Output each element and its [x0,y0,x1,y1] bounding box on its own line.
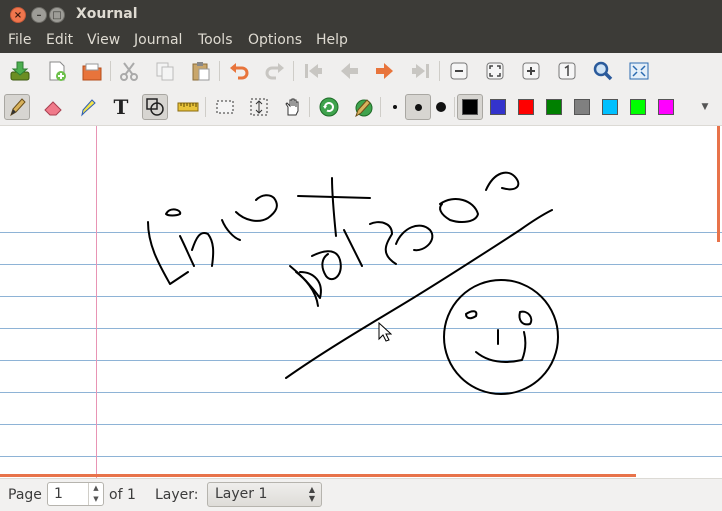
updown-chevron-icon: ▲ ▼ [308,485,315,503]
menu-bar: File Edit View Journal Tools Options Hel… [0,29,722,53]
dot-large-icon [436,102,446,112]
color-swatch-gray [574,99,590,115]
color-swatch-light-blue [602,99,618,115]
menu-view[interactable]: View [87,32,120,48]
menu-journal[interactable]: Journal [134,32,182,48]
mouse-cursor [378,322,392,342]
vertical-space-icon[interactable] [246,94,272,120]
page-boundary [0,474,636,477]
color-red-button[interactable] [513,94,539,120]
color-swatch-green [546,99,562,115]
handwriting-strokes [147,171,559,395]
fullscreen-icon[interactable] [626,58,652,84]
layer-label: Layer: [155,487,199,503]
drawing-canvas[interactable] [0,126,722,478]
toolbar-separator [454,97,455,117]
page-count-label: of 1 [109,487,136,503]
save-icon[interactable] [7,58,33,84]
toolbar-separator [205,97,206,117]
toolbar-overflow-button[interactable]: ▼ [692,94,718,120]
toolbar-separator [439,61,440,81]
menu-options[interactable]: Options [248,32,302,48]
new-page-icon[interactable] [44,58,70,84]
hand-icon[interactable] [280,94,306,120]
color-magenta-button[interactable] [653,94,679,120]
color-blue-button[interactable] [485,94,511,120]
color-swatch-magenta [658,99,674,115]
page-spin-button[interactable]: 1 ▲ ▼ [47,482,104,506]
ruler-icon[interactable] [175,94,201,120]
dot-medium-icon [414,103,422,111]
pen-icon[interactable] [4,94,30,120]
toolbar-separator [293,61,294,81]
color-swatch-blue [490,99,506,115]
zoom-fit-icon[interactable] [482,58,508,84]
page-label: Page [8,487,42,503]
last-page-icon[interactable] [408,58,434,84]
dot-small-icon [393,105,397,109]
color-green-button[interactable] [541,94,567,120]
toolbar-separator [110,61,111,81]
open-icon[interactable] [79,58,105,84]
color-gray-button[interactable] [569,94,595,120]
maximize-window-button[interactable]: □ [49,7,65,23]
color-swatch-red [518,99,534,115]
default-tool-icon[interactable] [316,94,342,120]
toolbar-separator [309,97,310,117]
layer-select[interactable]: Layer 1 ▲ ▼ [207,482,322,507]
text-icon[interactable]: T [108,94,134,120]
page-number-input[interactable]: 1 [54,486,63,502]
zoom-set-icon[interactable] [590,58,616,84]
zoom-out-icon[interactable] [446,58,472,84]
close-window-button[interactable]: × [10,7,26,23]
highlighter-icon[interactable] [75,94,101,120]
cut-icon[interactable] [116,58,142,84]
menu-tools[interactable]: Tools [198,32,233,48]
menu-help[interactable]: Help [316,32,348,48]
color-swatch-black [462,99,478,115]
paste-icon[interactable] [188,58,214,84]
color-light-blue-button[interactable] [597,94,623,120]
layer-select-value: Layer 1 [215,486,268,502]
zoom-100-icon[interactable] [554,58,580,84]
text-tool-label: T [113,95,129,119]
spin-arrows-icon[interactable]: ▲ ▼ [88,483,103,505]
toolbar-separator [219,61,220,81]
tools-toolbar: T ▼ [0,89,722,126]
chevron-down-icon: ▼ [701,102,709,112]
title-bar: × – □ Xournal [0,0,722,29]
color-swatch-light-green [630,99,646,115]
default-pen-icon[interactable] [350,94,376,120]
redo-icon[interactable] [262,58,288,84]
shape-recognizer-icon[interactable] [142,94,168,120]
toolbar-separator [380,97,381,117]
minimize-window-button[interactable]: – [31,7,47,23]
color-black-button[interactable] [457,94,483,120]
pen-size-thick-button[interactable] [428,94,454,120]
zoom-in-icon[interactable] [518,58,544,84]
first-page-icon[interactable] [300,58,326,84]
status-bar: Page 1 ▲ ▼ of 1 Layer: Layer 1 ▲ ▼ [0,478,722,511]
select-rectangle-icon[interactable] [212,94,238,120]
previous-page-icon[interactable] [336,58,362,84]
window-title: Xournal [76,6,138,22]
next-page-icon[interactable] [372,58,398,84]
vertical-scrollbar[interactable] [717,126,720,242]
main-toolbar [0,53,722,90]
color-light-green-button[interactable] [625,94,651,120]
eraser-icon[interactable] [40,94,66,120]
menu-file[interactable]: File [8,32,31,48]
copy-icon[interactable] [152,58,178,84]
undo-icon[interactable] [226,58,252,84]
menu-edit[interactable]: Edit [46,32,73,48]
